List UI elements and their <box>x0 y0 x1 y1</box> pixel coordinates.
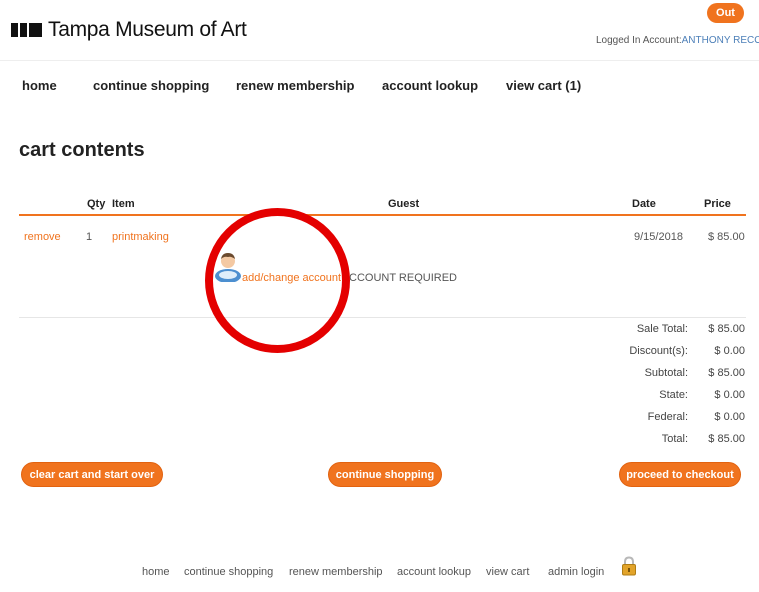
continue-shopping-button[interactable]: continue shopping <box>328 462 442 487</box>
discount-value: $ 0.00 <box>714 345 745 357</box>
col-header-qty: Qty <box>87 198 106 210</box>
federal-tax-value: $ 0.00 <box>714 411 745 423</box>
footer-view-cart[interactable]: view cart <box>486 566 529 578</box>
discount-label: Discount(s): <box>629 345 688 357</box>
col-header-date: Date <box>632 198 656 210</box>
total-label: Total: <box>661 433 688 445</box>
account-name-link[interactable]: ANTHONY RECORD <box>682 35 759 46</box>
lock-icon[interactable] <box>621 556 637 576</box>
state-tax-label: State: <box>659 389 688 401</box>
col-header-price: Price <box>704 198 731 210</box>
nav-renew-membership[interactable]: renew membership <box>236 78 355 93</box>
col-header-guest: Guest <box>388 198 420 210</box>
sale-total-label: Sale Total: <box>636 323 688 335</box>
logo-text: Tampa Museum of Art <box>48 18 247 41</box>
logged-in-account: Logged In Account:ANTHONY RECORD <box>596 35 759 46</box>
footer-renew-membership[interactable]: renew membership <box>289 566 383 578</box>
subtotal-label: Subtotal: <box>644 367 688 379</box>
row-divider <box>19 317 746 318</box>
main-nav: home continue shopping renew membership … <box>0 60 759 110</box>
subtotal-value: $ 85.00 <box>708 367 745 379</box>
nav-account-lookup[interactable]: account lookup <box>382 78 478 93</box>
col-header-item: Item <box>112 198 135 210</box>
clear-cart-button[interactable]: clear cart and start over <box>21 462 163 487</box>
item-link[interactable]: printmaking <box>112 231 169 243</box>
logo-mark-icon <box>11 23 42 37</box>
footer-continue-shopping[interactable]: continue shopping <box>184 566 273 578</box>
remove-link[interactable]: remove <box>24 231 61 243</box>
page-title: cart contents <box>19 139 145 161</box>
logged-in-prefix: Logged In Account: <box>596 35 682 46</box>
row-price: $ 85.00 <box>708 231 745 243</box>
footer-home[interactable]: home <box>142 566 170 578</box>
header-rule <box>19 214 746 216</box>
row-date: 9/15/2018 <box>634 231 683 243</box>
account-required-note: CCOUNT REQUIRED <box>349 272 457 284</box>
state-tax-value: $ 0.00 <box>714 389 745 401</box>
user-icon[interactable] <box>214 250 242 282</box>
sale-total-value: $ 85.00 <box>708 323 745 335</box>
federal-tax-label: Federal: <box>647 411 688 423</box>
add-change-account-link[interactable]: add/change account <box>242 272 341 284</box>
footer-admin-login[interactable]: admin login <box>548 566 604 578</box>
nav-view-cart[interactable]: view cart (1) <box>506 78 581 93</box>
header: Tampa Museum of Art Out Logged In Accoun… <box>0 0 759 60</box>
total-value: $ 85.00 <box>708 433 745 445</box>
proceed-to-checkout-button[interactable]: proceed to checkout <box>619 462 741 487</box>
row-qty: 1 <box>86 231 93 243</box>
logo[interactable]: Tampa Museum of Art <box>11 18 247 42</box>
footer-account-lookup[interactable]: account lookup <box>397 566 471 578</box>
nav-continue-shopping[interactable]: continue shopping <box>93 78 209 93</box>
logout-button[interactable]: Out <box>707 3 744 23</box>
nav-home[interactable]: home <box>22 78 57 93</box>
